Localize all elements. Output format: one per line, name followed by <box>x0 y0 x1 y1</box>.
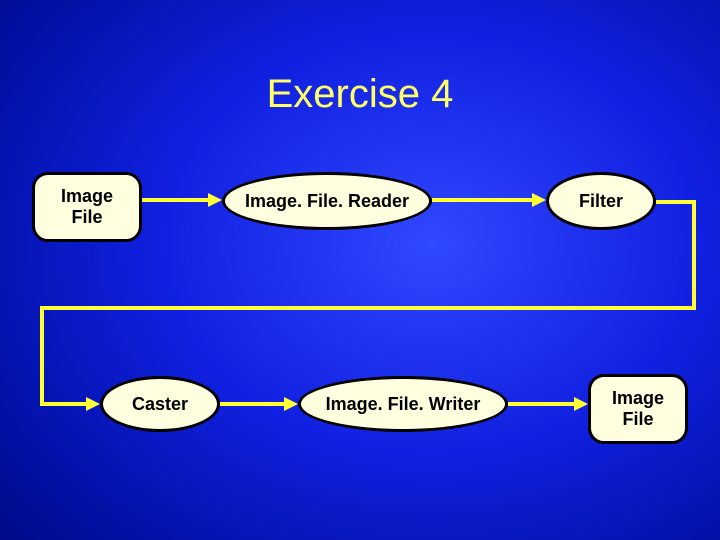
arrow <box>40 306 44 402</box>
arrow <box>656 200 696 204</box>
arrow <box>692 200 696 310</box>
arrow-head-icon <box>284 397 298 411</box>
node-label: Filter <box>579 191 623 212</box>
arrow <box>220 402 284 406</box>
node-label: Image. File. Reader <box>245 191 409 212</box>
arrow <box>508 402 574 406</box>
node-filter: Filter <box>546 172 656 230</box>
node-reader: Image. File. Reader <box>222 172 432 230</box>
arrow-head-icon <box>86 397 100 411</box>
arrow <box>432 198 532 202</box>
node-label: Image File <box>61 186 113 227</box>
arrow <box>40 402 86 406</box>
arrow-head-icon <box>208 193 222 207</box>
node-image-file-out: Image File <box>588 374 688 444</box>
node-label: Caster <box>132 394 188 415</box>
arrow-head-icon <box>532 193 546 207</box>
node-image-file-in: Image File <box>32 172 142 242</box>
arrow <box>40 306 696 310</box>
arrow <box>142 198 208 202</box>
slide-title: Exercise 4 <box>267 72 454 117</box>
arrow-head-icon <box>574 397 588 411</box>
node-caster: Caster <box>100 376 220 432</box>
node-label: Image. File. Writer <box>326 394 481 415</box>
node-label: Image File <box>612 388 664 429</box>
node-writer: Image. File. Writer <box>298 376 508 432</box>
